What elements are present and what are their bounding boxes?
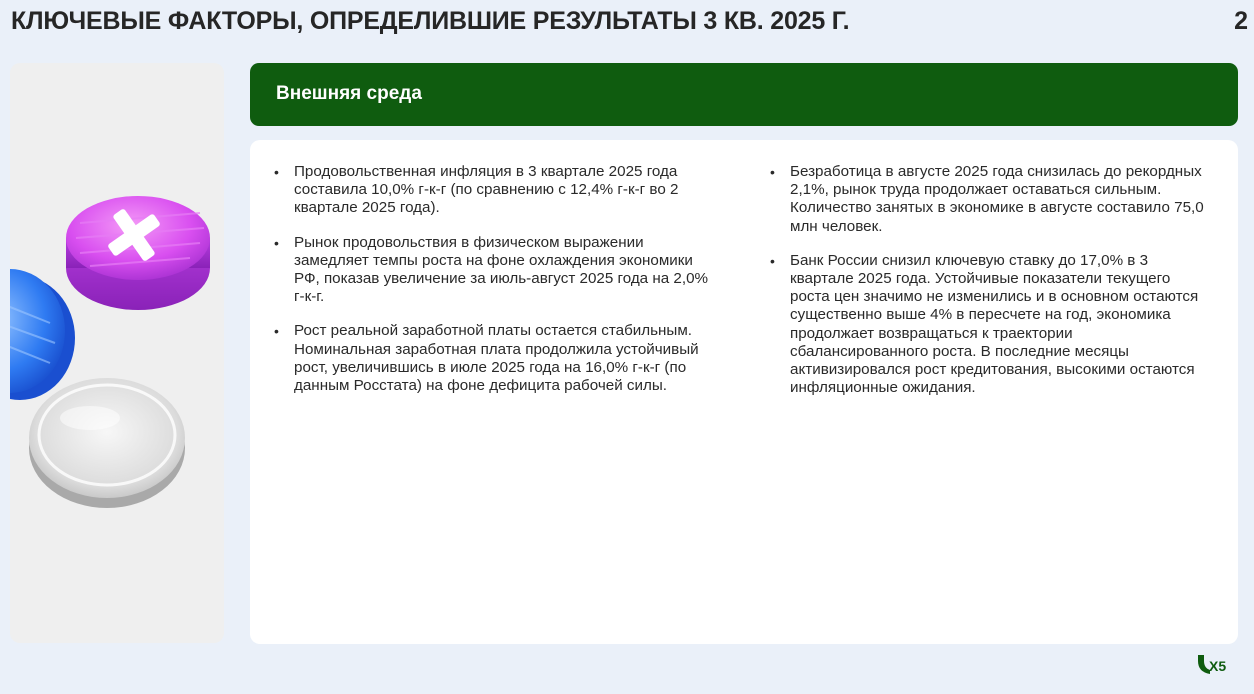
slide-title: КЛЮЧЕВЫЕ ФАКТОРЫ, ОПРЕДЕЛИВШИЕ РЕЗУЛЬТАТ… bbox=[11, 7, 850, 35]
right-column: Безработица в августе 2025 года снизилас… bbox=[768, 163, 1208, 413]
glass-disc bbox=[29, 378, 185, 508]
bullet-list-left: Продовольственная инфляция в 3 квартале … bbox=[272, 163, 712, 395]
magenta-disc bbox=[66, 196, 210, 310]
list-item: Продовольственная инфляция в 3 квартале … bbox=[272, 163, 712, 218]
decorative-discs-illustration bbox=[10, 196, 210, 508]
section-header: Внешняя среда bbox=[250, 63, 1238, 126]
content-card: Продовольственная инфляция в 3 квартале … bbox=[250, 140, 1238, 644]
decorative-image-panel bbox=[10, 63, 224, 643]
section-title: Внешняя среда bbox=[276, 83, 422, 104]
list-item: Банк России снизил ключевую ставку до 17… bbox=[768, 252, 1208, 398]
left-column: Продовольственная инфляция в 3 квартале … bbox=[272, 163, 712, 411]
list-item: Рынок продовольствия в физическом выраже… bbox=[272, 234, 712, 307]
page-number: 2 bbox=[1234, 7, 1248, 35]
x5-logo: X5 bbox=[1196, 652, 1234, 676]
list-item: Безработица в августе 2025 года снизилас… bbox=[768, 163, 1208, 236]
bullet-list-right: Безработица в августе 2025 года снизилас… bbox=[768, 163, 1208, 397]
list-item: Рост реальной заработной платы остается … bbox=[272, 322, 712, 395]
blue-disc bbox=[10, 269, 75, 400]
svg-text:X5: X5 bbox=[1209, 658, 1226, 674]
